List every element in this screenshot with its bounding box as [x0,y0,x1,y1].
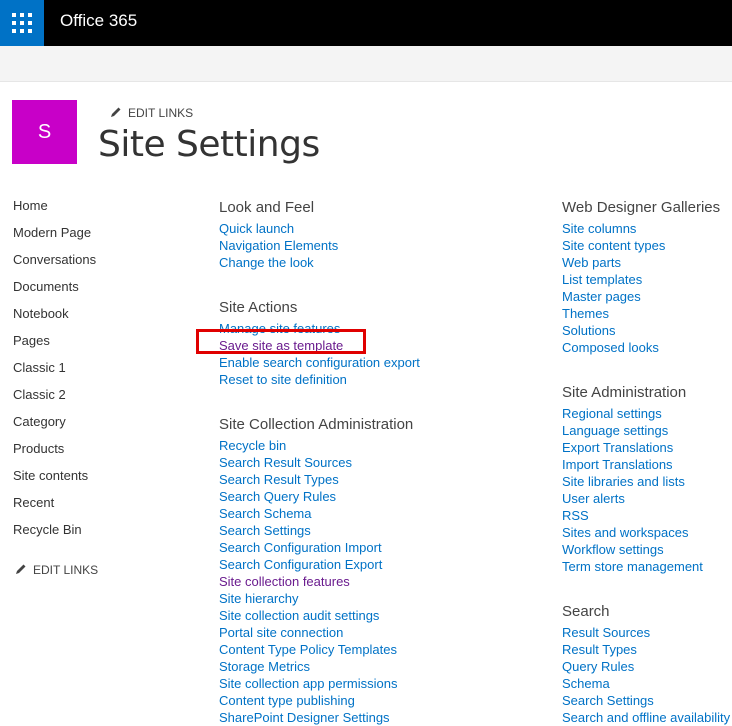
edit-links-left[interactable]: EDIT LINKS [15,563,98,577]
link-term-store-management[interactable]: Term store management [562,558,703,575]
link-site-collection-app-permissions[interactable]: Site collection app permissions [219,675,413,692]
link-search-result-types[interactable]: Search Result Types [219,471,413,488]
link-storage-metrics[interactable]: Storage Metrics [219,658,413,675]
link-quick-launch[interactable]: Quick launch [219,220,338,237]
nav-item-classic-1[interactable]: Classic 1 [13,360,96,387]
section-site-administration: Site Administration Regional settings La… [562,384,703,575]
section-search: Search Result Sources Result Types Query… [562,603,730,726]
section-title: Site Collection Administration [219,416,414,433]
highlight-annotation [196,329,366,354]
section-site-collection-admin: Site Collection Administration Recycle b… [219,416,413,726]
link-sites-and-workspaces[interactable]: Sites and workspaces [562,524,703,541]
nav-item-category[interactable]: Category [13,414,96,441]
section-title: Site Administration [562,384,687,401]
app-name[interactable]: Office 365 [60,11,137,31]
quick-launch-nav: Home Modern Page Conversations Documents… [13,198,96,549]
nav-item-pages[interactable]: Pages [13,333,96,360]
link-search-config-import[interactable]: Search Configuration Import [219,539,413,556]
link-schema[interactable]: Schema [562,675,730,692]
section-title: Look and Feel [219,199,315,216]
link-site-hierarchy[interactable]: Site hierarchy [219,590,413,607]
nav-item-documents[interactable]: Documents [13,279,96,306]
link-site-collection-features[interactable]: Site collection features [219,573,413,590]
suite-bar: Office 365 [0,0,732,46]
link-site-content-types[interactable]: Site content types [562,237,720,254]
link-search-result-sources[interactable]: Search Result Sources [219,454,413,471]
link-result-sources[interactable]: Result Sources [562,624,730,641]
section-title: Site Actions [219,299,298,316]
link-rss[interactable]: RSS [562,507,703,524]
link-content-type-policy-templates[interactable]: Content Type Policy Templates [219,641,413,658]
link-reset-to-site-definition[interactable]: Reset to site definition [219,371,420,388]
edit-links-top[interactable]: EDIT LINKS [110,106,193,120]
section-web-designer-galleries: Web Designer Galleries Site columns Site… [562,199,720,356]
link-regional-settings[interactable]: Regional settings [562,405,703,422]
link-recycle-bin[interactable]: Recycle bin [219,437,413,454]
app-launcher-icon[interactable] [0,0,44,46]
nav-item-products[interactable]: Products [13,441,96,468]
link-result-types[interactable]: Result Types [562,641,730,658]
link-site-libraries-and-lists[interactable]: Site libraries and lists [562,473,703,490]
nav-item-recycle-bin[interactable]: Recycle Bin [13,522,96,549]
section-title: Search [562,603,610,620]
edit-links-label: EDIT LINKS [33,563,99,577]
nav-item-site-contents[interactable]: Site contents [13,468,96,495]
nav-item-notebook[interactable]: Notebook [13,306,96,333]
link-site-columns[interactable]: Site columns [562,220,720,237]
link-portal-site-connection[interactable]: Portal site connection [219,624,413,641]
nav-item-home[interactable]: Home [13,198,96,225]
link-search-config-export[interactable]: Search Configuration Export [219,556,413,573]
link-search-query-rules[interactable]: Search Query Rules [219,488,413,505]
section-look-and-feel: Look and Feel Quick launch Navigation El… [219,199,338,271]
link-web-parts[interactable]: Web parts [562,254,720,271]
pencil-icon [16,564,26,574]
link-enable-search-config-export[interactable]: Enable search configuration export [219,354,420,371]
section-title: Web Designer Galleries [562,199,721,216]
nav-item-modern-page[interactable]: Modern Page [13,225,96,252]
link-themes[interactable]: Themes [562,305,720,322]
page-title: Site Settings [98,124,320,165]
link-workflow-settings[interactable]: Workflow settings [562,541,703,558]
link-composed-looks[interactable]: Composed looks [562,339,720,356]
link-site-collection-audit-settings[interactable]: Site collection audit settings [219,607,413,624]
link-navigation-elements[interactable]: Navigation Elements [219,237,338,254]
edit-links-label: EDIT LINKS [128,106,194,120]
link-query-rules[interactable]: Query Rules [562,658,730,675]
link-export-translations[interactable]: Export Translations [562,439,703,456]
link-import-translations[interactable]: Import Translations [562,456,703,473]
link-change-the-look[interactable]: Change the look [219,254,338,271]
link-content-type-publishing[interactable]: Content type publishing [219,692,413,709]
pencil-icon [111,107,121,117]
link-search-settings[interactable]: Search Settings [219,522,413,539]
link-master-pages[interactable]: Master pages [562,288,720,305]
ribbon-bar [0,46,732,82]
nav-item-recent[interactable]: Recent [13,495,96,522]
link-user-alerts[interactable]: User alerts [562,490,703,507]
link-language-settings[interactable]: Language settings [562,422,703,439]
link-solutions[interactable]: Solutions [562,322,720,339]
link-search-settings-site[interactable]: Search Settings [562,692,730,709]
nav-item-classic-2[interactable]: Classic 2 [13,387,96,414]
nav-item-conversations[interactable]: Conversations [13,252,96,279]
link-search-schema[interactable]: Search Schema [219,505,413,522]
site-logo[interactable]: S [12,100,77,164]
link-list-templates[interactable]: List templates [562,271,720,288]
